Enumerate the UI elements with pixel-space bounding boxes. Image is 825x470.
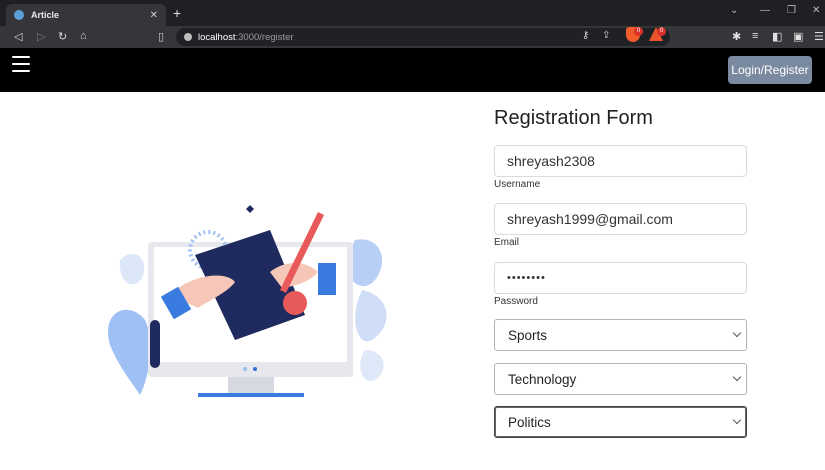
select-value: Technology [508, 371, 577, 387]
tab-search-icon[interactable]: ⌄ [730, 5, 738, 16]
forward-icon[interactable]: ▷ [37, 30, 45, 43]
reload-icon[interactable]: ↻ [58, 30, 67, 43]
reading-list-icon[interactable]: ≡ [752, 30, 758, 42]
sparkle-shape [246, 205, 254, 213]
monitor-dot [243, 367, 247, 371]
monitor-stand [228, 377, 274, 393]
browser-menu-icon[interactable]: ☰ [814, 30, 824, 43]
username-label: Username [494, 179, 541, 190]
rewards-badge: 0 [657, 27, 666, 36]
browser-tab-bar: Article ✕ + ⌄ — ❐ ✕ [0, 0, 825, 26]
email-input[interactable]: shreyash1999@gmail.com [494, 203, 747, 235]
hamburger-menu-icon[interactable] [12, 56, 30, 72]
email-label: Email [494, 237, 520, 248]
browser-toolbar: ◁ ▷ ↻ ⌂ ▯ localhost :3000/register ⚷ ⇪ 0… [0, 26, 825, 48]
leaf-shape [119, 253, 145, 285]
login-register-button[interactable]: Login/Register [728, 56, 812, 84]
ornament-shape [150, 320, 160, 368]
monitor-dot [253, 367, 257, 371]
bookmark-icon[interactable]: ▯ [158, 30, 164, 43]
app-navbar: Login/Register [0, 48, 825, 92]
chevron-down-icon [732, 415, 742, 425]
tab-title: Article [31, 10, 60, 20]
select-value: Politics [508, 414, 551, 430]
key-icon[interactable]: ⚷ [582, 30, 589, 41]
minimize-icon[interactable]: — [760, 5, 770, 16]
username-input[interactable]: shreyash2308 [494, 145, 747, 177]
password-value: •••••••• [507, 272, 546, 284]
new-tab-icon[interactable]: + [173, 5, 181, 21]
password-label: Password [494, 296, 538, 307]
tab-favicon-icon [14, 10, 24, 20]
category-select-2[interactable]: Technology [494, 363, 747, 395]
category-select-3[interactable]: Politics [494, 406, 747, 438]
username-value: shreyash2308 [507, 153, 595, 169]
window-close-icon[interactable]: ✕ [812, 5, 820, 16]
share-icon[interactable]: ⇪ [602, 30, 610, 41]
leaf-shape [355, 290, 387, 342]
home-icon[interactable]: ⌂ [80, 30, 87, 42]
extensions-icon[interactable]: ✱ [732, 30, 741, 43]
address-bar[interactable]: localhost :3000/register ⚷ ⇪ [176, 28, 670, 46]
category-select-1[interactable]: Sports [494, 319, 747, 351]
leaf-shape [360, 350, 384, 382]
url-path: :3000/register [235, 31, 294, 43]
sleeve-right [318, 263, 336, 295]
sidebar-icon[interactable]: ◧ [772, 30, 782, 43]
url-host: localhost [198, 31, 236, 43]
wallet-icon[interactable]: ▣ [793, 30, 803, 43]
tab-close-icon[interactable]: ✕ [150, 10, 158, 21]
monitor-base [198, 393, 304, 397]
site-info-icon[interactable] [184, 33, 192, 41]
signing-document-illustration [108, 205, 387, 397]
restore-icon[interactable]: ❐ [787, 5, 796, 16]
chevron-down-icon [732, 372, 742, 382]
back-icon[interactable]: ◁ [14, 30, 22, 43]
shields-badge: 0 [634, 27, 643, 36]
select-value: Sports [508, 327, 548, 343]
email-value: shreyash1999@gmail.com [507, 211, 673, 227]
password-input[interactable]: •••••••• [494, 262, 747, 294]
form-title: Registration Form [494, 107, 653, 129]
leaf-shape [108, 309, 151, 395]
document-seal [283, 291, 307, 315]
chevron-down-icon [732, 328, 742, 338]
browser-tab[interactable]: Article ✕ [6, 4, 166, 26]
